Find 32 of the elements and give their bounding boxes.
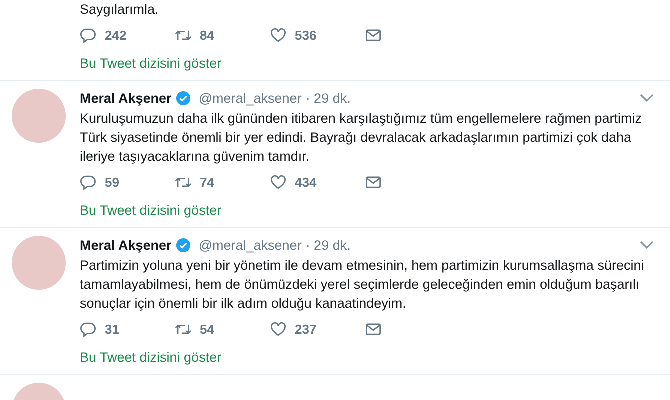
show-thread-link[interactable]: Bu Tweet dizisini göster [80, 200, 222, 221]
retweet-count: 54 [200, 321, 214, 339]
user-handle[interactable]: @meral_aksener [198, 88, 302, 109]
reply-count: 242 [105, 27, 127, 45]
reply-count: 59 [105, 174, 120, 192]
envelope-icon[interactable] [365, 321, 382, 338]
reply-icon[interactable] [80, 174, 97, 192]
show-thread-link[interactable]: Bu Tweet dizisini göster [80, 348, 222, 368]
user-handle[interactable]: @meral_aksener [198, 236, 302, 256]
reply-icon[interactable] [80, 27, 97, 44]
user-name[interactable]: Meral Akşener [80, 88, 172, 109]
heart-icon[interactable] [270, 321, 287, 338]
retweet-count: 84 [200, 27, 214, 45]
show-thread-link[interactable]: Bu Tweet dizisini göster [80, 54, 222, 74]
reply-count: 31 [105, 321, 120, 339]
envelope-icon[interactable] [365, 27, 382, 44]
retweet-count: 74 [200, 174, 214, 192]
envelope-icon[interactable] [365, 174, 382, 192]
like-count: 434 [295, 174, 317, 192]
heart-icon[interactable] [270, 27, 287, 44]
reply-icon[interactable] [80, 321, 97, 338]
like-count: 536 [295, 27, 317, 45]
chevron-down-icon[interactable] [640, 94, 654, 104]
heart-icon[interactable] [270, 174, 287, 192]
tweet-text: Kuruluşumuzun daha ilk gününden itibaren karşılaştığımız tüm engellemelere rağmen partimiz Türk siyasetinde önemli bir yer edindi. Bayrağı devralacak arkadaşlarımın partimizi çok daha ileriye taşıyacaklarına güvenim tamdır. [80, 110, 644, 166]
chevron-down-icon[interactable] [640, 241, 654, 250]
tweet-text: Partimizin yoluna yeni bir yönetim ile devam etmesinin, hem partimizin kurumsallaşma sürecini tamamlayabilmesi, hem de önümüzdeki yerel seçimlerde geleceğinden emin olduğum başarılı sonuçlar için önemli bir ilk adım olduğu kanaatindeyim. [80, 257, 646, 313]
tweet-time[interactable]: · 29 dk. [306, 88, 351, 109]
tweet-time[interactable]: · 29 dk. [306, 236, 351, 256]
user-name[interactable]: Meral Akşener [80, 236, 172, 256]
tweet-text: Saygılarımla. [80, 1, 160, 19]
like-count: 237 [295, 321, 317, 339]
